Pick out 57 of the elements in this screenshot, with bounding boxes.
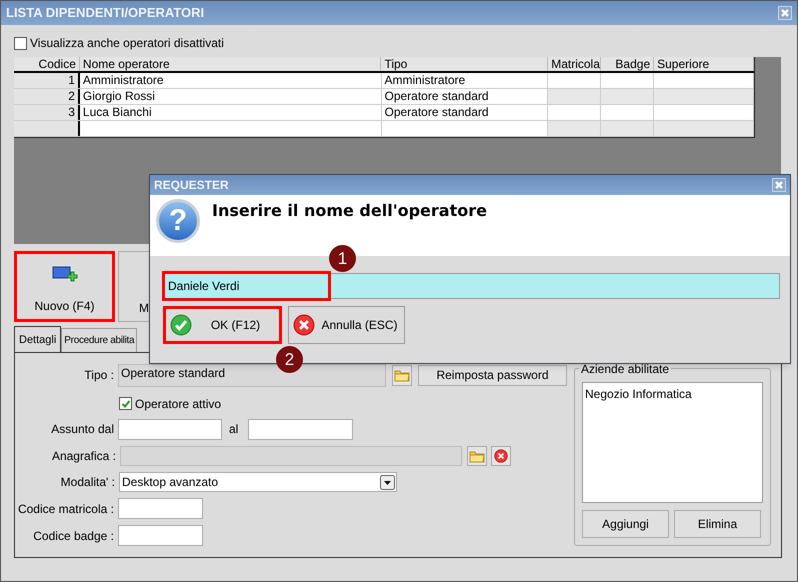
column-header: Codice	[14, 57, 80, 71]
browse-button[interactable]	[392, 364, 412, 386]
reset-password-button[interactable]: Reimposta password	[418, 364, 567, 386]
checkbox-label: Visualizza anche operatori disattivati	[30, 35, 224, 52]
field-label: Codice matricola :	[18, 500, 114, 518]
ok-button[interactable]: OK (F12)	[163, 306, 282, 344]
column-header: Nome operatore	[80, 57, 382, 71]
table-cell: Operatore standard	[382, 89, 548, 104]
tab[interactable]: Procedure abilita	[61, 328, 138, 352]
field-label: Codice badge :	[33, 528, 114, 544]
dropdown-value: Desktop avanzato	[122, 474, 218, 491]
field-label: Assunto dal	[51, 421, 114, 438]
field-label: Tipo :	[84, 367, 114, 384]
close-icon	[293, 314, 315, 336]
input-field[interactable]	[118, 498, 203, 519]
close-icon[interactable]	[778, 6, 792, 20]
prompt-text: Inserire il nome dell'operatore	[212, 200, 487, 222]
check-icon	[170, 314, 192, 336]
table-cell: Operatore standard	[382, 105, 548, 120]
table-cell: Amministratore	[382, 73, 548, 88]
new-button[interactable]: Nuovo (F4)	[14, 251, 115, 322]
add-button[interactable]: Aggiungi	[582, 510, 669, 538]
caret-icon	[380, 474, 395, 490]
mode-dropdown[interactable]: Desktop avanzato	[119, 472, 397, 492]
cancel-button[interactable]: Annulla (ESC)	[288, 306, 405, 344]
readonly-field: Operatore standard	[118, 364, 386, 386]
column-header: Badge	[601, 57, 654, 71]
delete-button[interactable]: Elimina	[674, 510, 761, 538]
table-cell: Amministratore	[80, 73, 382, 88]
list-item[interactable]: Negozio Informatica	[585, 385, 760, 403]
table-cell: 3	[14, 105, 80, 120]
checkbox[interactable]	[119, 397, 132, 410]
field-label: Anagrafica :	[52, 448, 116, 465]
column-header: Matricola	[548, 57, 602, 71]
folder-icon	[469, 449, 485, 463]
table-cell	[14, 121, 80, 136]
tab[interactable]: Dettagli	[14, 326, 62, 352]
date-field[interactable]	[118, 418, 222, 440]
dialog-title: REQUESTER	[154, 177, 229, 194]
folder-icon	[394, 368, 410, 382]
name-input[interactable]: Daniele Verdi	[163, 273, 780, 299]
table-cell: 2	[14, 89, 80, 104]
close-icon[interactable]	[772, 178, 786, 192]
clear-button[interactable]	[491, 446, 511, 466]
column-header: Superiore	[654, 57, 754, 71]
field-label: al	[229, 421, 240, 438]
checkbox-label: Operatore attivo	[135, 396, 222, 412]
date-field[interactable]	[248, 418, 353, 440]
table-cell: 1	[14, 73, 80, 88]
column-header: Tipo	[381, 57, 548, 71]
checkbox[interactable]	[14, 36, 27, 50]
toolbar-button[interactable]: M	[118, 251, 152, 322]
input-field[interactable]	[118, 525, 203, 546]
close-icon	[494, 449, 508, 463]
window-title: LISTA DIPENDENTI/OPERATORI	[6, 4, 204, 22]
field-label: Modalita' :	[60, 474, 115, 491]
question-icon: ?	[156, 199, 200, 243]
